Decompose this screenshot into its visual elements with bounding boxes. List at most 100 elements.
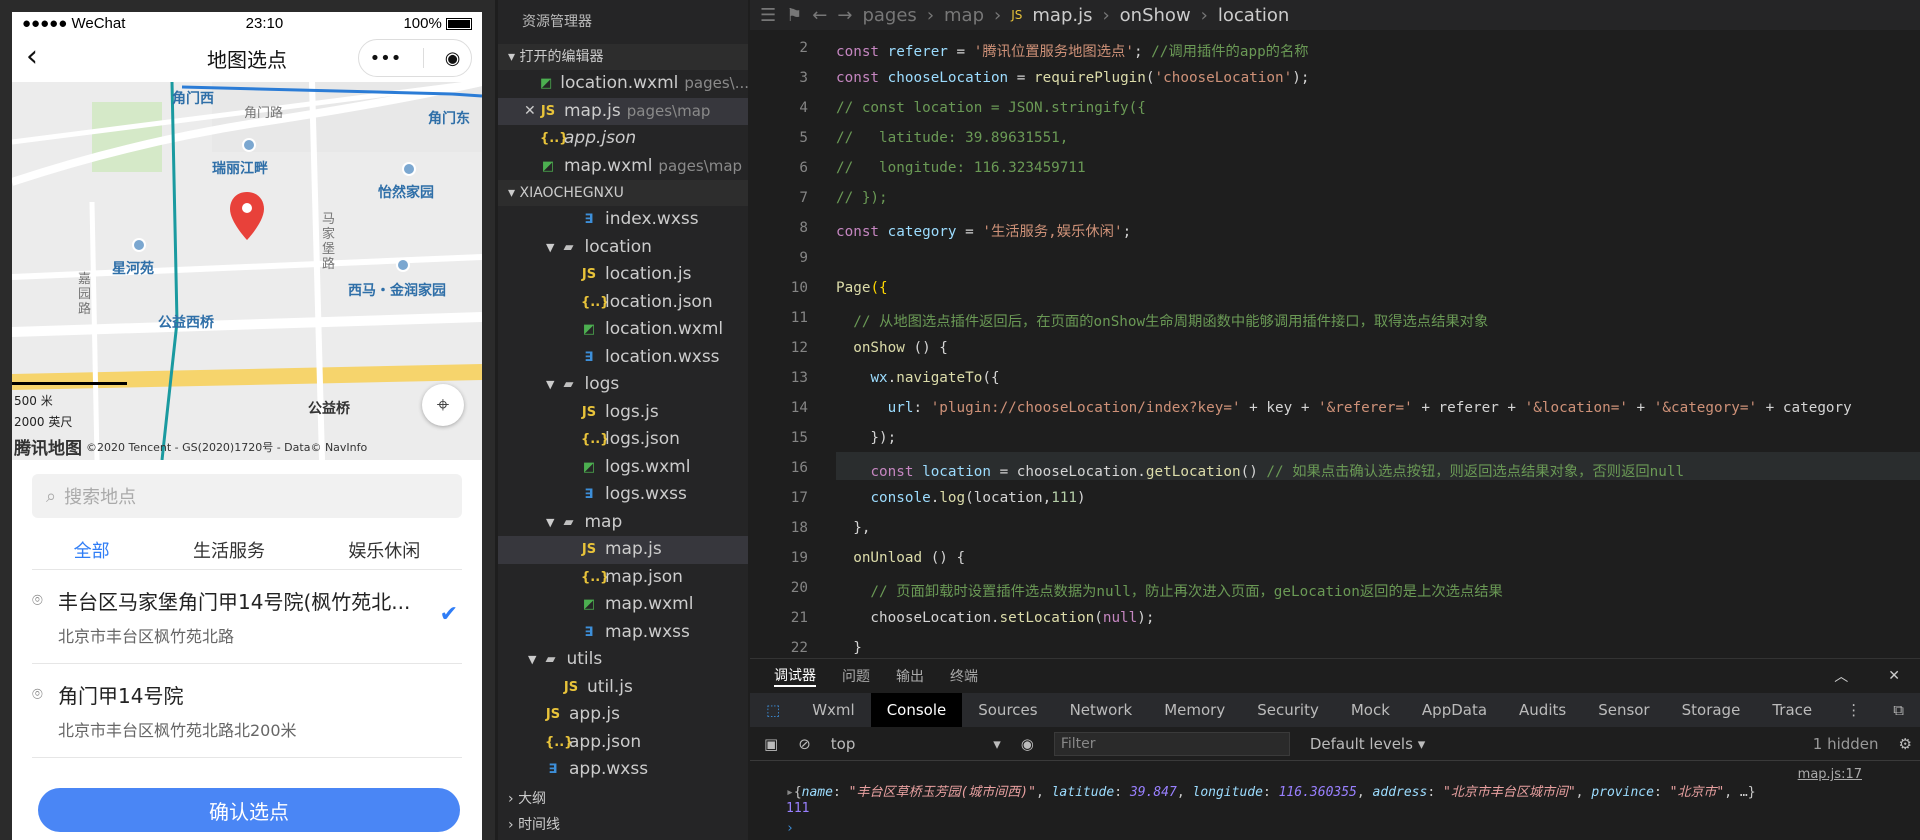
file-item[interactable]: JS map.js bbox=[498, 536, 748, 564]
log-source-link[interactable]: map.js:17 bbox=[1798, 767, 1862, 782]
crumb-item[interactable]: location bbox=[1218, 5, 1289, 26]
file-name: logs.wxss bbox=[605, 484, 687, 504]
folder-item[interactable]: ▼ ▰ map bbox=[498, 509, 748, 537]
file-item[interactable]: {..} location.json bbox=[498, 289, 748, 317]
file-item[interactable]: ◩ logs.wxml bbox=[498, 454, 748, 482]
close-icon[interactable]: ✕ bbox=[1888, 668, 1900, 684]
file-item[interactable]: ◩ map.wxml bbox=[498, 591, 748, 619]
folder-item[interactable]: ▼ ▰ location bbox=[498, 234, 748, 262]
kebab-menu-icon[interactable]: ⋮ bbox=[1830, 701, 1877, 719]
file-item[interactable]: ∃ map.wxss bbox=[498, 619, 748, 647]
levels-select[interactable]: Default levels ▾ bbox=[1310, 735, 1425, 753]
sidebar-toggle-icon[interactable]: ▣ bbox=[764, 735, 778, 753]
tab-security[interactable]: Security bbox=[1241, 701, 1335, 719]
list-item[interactable]: ⌾ 丰台区马家堡角门甲14号院(枫竹苑北... 北京市丰台区枫竹苑北路 ✔ bbox=[32, 570, 462, 664]
list-icon[interactable]: ☰ bbox=[760, 5, 776, 26]
tab-appdata[interactable]: AppData bbox=[1406, 701, 1503, 719]
open-editors-header[interactable]: ▾ 打开的编辑器 bbox=[498, 44, 748, 70]
tab-audits[interactable]: Audits bbox=[1503, 701, 1582, 719]
file-item[interactable]: JS location.js bbox=[498, 261, 748, 289]
close-icon[interactable]: ✕ bbox=[524, 98, 536, 126]
tab-trace[interactable]: Trace bbox=[1756, 701, 1828, 719]
eye-icon[interactable]: ◉ bbox=[1021, 735, 1034, 753]
open-editor-item[interactable]: ✕ JS map.js pages\map bbox=[498, 97, 748, 126]
poi-icon bbox=[132, 238, 146, 252]
file-item[interactable]: JS logs.js bbox=[498, 399, 748, 427]
file-item[interactable]: {..} logs.json bbox=[498, 426, 748, 454]
file-item[interactable]: ∃ location.wxss bbox=[498, 344, 748, 372]
open-editor-item[interactable]: {..} app.json bbox=[498, 125, 748, 153]
crumb-item[interactable]: map bbox=[944, 5, 984, 26]
tab-memory[interactable]: Memory bbox=[1148, 701, 1241, 719]
back-icon[interactable]: ‹ bbox=[26, 42, 38, 72]
poi-icon bbox=[402, 162, 416, 176]
folder-icon: ▰ bbox=[545, 652, 556, 667]
collapse-icon[interactable]: ︿ bbox=[1834, 666, 1848, 686]
file-name: app.js bbox=[569, 704, 620, 724]
timeline-header[interactable]: › 时间线 bbox=[498, 812, 748, 838]
file-name: location.wxml bbox=[605, 319, 724, 339]
tab-wxml[interactable]: Wxml bbox=[796, 701, 871, 719]
crumb-item[interactable]: onShow bbox=[1120, 5, 1191, 26]
crumb-item[interactable]: pages bbox=[862, 5, 916, 26]
file-item[interactable]: ∃ app.wxss bbox=[498, 756, 748, 784]
chevron-down-icon: ▼ bbox=[546, 378, 555, 391]
line-number: 16 bbox=[790, 460, 808, 476]
list-item[interactable]: ⌾ 角门甲14号院 北京市丰台区枫竹苑北路北200米 bbox=[32, 664, 462, 758]
tab-life-service[interactable]: 生活服务 bbox=[193, 537, 265, 563]
tab-sources[interactable]: Sources bbox=[962, 701, 1053, 719]
file-item[interactable]: ◩ location.wxml bbox=[498, 316, 748, 344]
open-editor-item[interactable]: ◩ map.wxml pages\map bbox=[498, 153, 748, 181]
wxml-file-icon: ◩ bbox=[541, 158, 555, 174]
file-item[interactable]: ∃ index.wxss bbox=[498, 206, 748, 234]
console-prompt[interactable]: › bbox=[750, 821, 794, 836]
forward-arrow-icon[interactable]: → bbox=[837, 5, 852, 26]
log-object[interactable]: ▸{name: "丰台区草桥玉芳园(城市间西)", latitude: 39.8… bbox=[750, 781, 1756, 800]
tab-network[interactable]: Network bbox=[1054, 701, 1149, 719]
file-item[interactable]: {..} map.json bbox=[498, 564, 748, 592]
settings-gear-icon[interactable]: ⚙ bbox=[1899, 735, 1912, 753]
tab-output[interactable]: 输出 bbox=[896, 666, 924, 686]
more-icon[interactable]: ••• bbox=[370, 48, 402, 69]
inspect-icon[interactable]: ⬚ bbox=[750, 701, 796, 719]
crumb-item[interactable]: map.js bbox=[1032, 5, 1092, 26]
tab-storage[interactable]: Storage bbox=[1666, 701, 1757, 719]
tab-debugger[interactable]: 调试器 bbox=[774, 665, 816, 687]
file-item[interactable]: {..} app.json bbox=[498, 729, 748, 757]
context-select[interactable]: top ▾ bbox=[831, 735, 1001, 753]
map-scale: 500 米 2000 英尺 bbox=[14, 394, 73, 429]
file-item[interactable]: ∃ logs.wxss bbox=[498, 481, 748, 509]
open-editor-item[interactable]: ◩ location.wxml pages\... bbox=[498, 70, 748, 98]
folder-item[interactable]: ▼ ▰ logs bbox=[498, 371, 748, 399]
file-path: pages\map bbox=[658, 156, 743, 175]
clear-console-icon[interactable]: ⊘ bbox=[798, 735, 811, 753]
project-header[interactable]: ▾ XIAOCHEGNXU bbox=[498, 180, 748, 206]
file-item[interactable]: JS util.js bbox=[498, 674, 748, 702]
close-icon[interactable]: ◉ bbox=[445, 48, 461, 69]
confirm-button[interactable]: 确认选点 bbox=[38, 788, 460, 832]
result-address: 北京市丰台区枫竹苑北路北200米 bbox=[58, 721, 297, 740]
tab-sensor[interactable]: Sensor bbox=[1582, 701, 1665, 719]
outline-header[interactable]: › 大纲 bbox=[498, 786, 748, 812]
map-view[interactable]: 角门西 角门东 瑞丽江畔 怡然家园 星河苑 西马・金润家园 公益西桥 公益桥 角… bbox=[12, 82, 482, 460]
back-arrow-icon[interactable]: ← bbox=[812, 5, 827, 26]
tab-problems[interactable]: 问题 bbox=[842, 666, 870, 686]
tab-all[interactable]: 全部 bbox=[74, 537, 110, 563]
file-name: logs.json bbox=[605, 429, 680, 449]
folder-item[interactable]: ▼ ▰ utils bbox=[498, 646, 748, 674]
search-input[interactable]: ⌕ 搜索地点 bbox=[32, 474, 462, 518]
tab-console[interactable]: Console bbox=[870, 693, 963, 727]
dock-icon[interactable]: ⧉ bbox=[1877, 701, 1920, 719]
code-editor[interactable]: ☰ ⚑ ← → pages › map › JS map.js › onShow › lo… bbox=[750, 0, 1920, 658]
tab-mock[interactable]: Mock bbox=[1335, 701, 1406, 719]
filter-input[interactable]: Filter bbox=[1053, 731, 1290, 756]
file-name: location.wxml bbox=[560, 73, 679, 93]
chevron-down-icon: ▼ bbox=[546, 240, 555, 254]
tab-terminal[interactable]: 终端 bbox=[950, 666, 978, 686]
bookmark-icon[interactable]: ⚑ bbox=[786, 5, 802, 26]
map-place: 角门西 bbox=[172, 91, 214, 107]
tab-entertainment[interactable]: 娱乐休闲 bbox=[348, 537, 420, 563]
file-item[interactable]: JS app.js bbox=[498, 701, 748, 729]
expand-arrow-icon[interactable]: ▸ bbox=[786, 785, 794, 800]
locate-button[interactable]: ⌖ bbox=[422, 384, 464, 426]
